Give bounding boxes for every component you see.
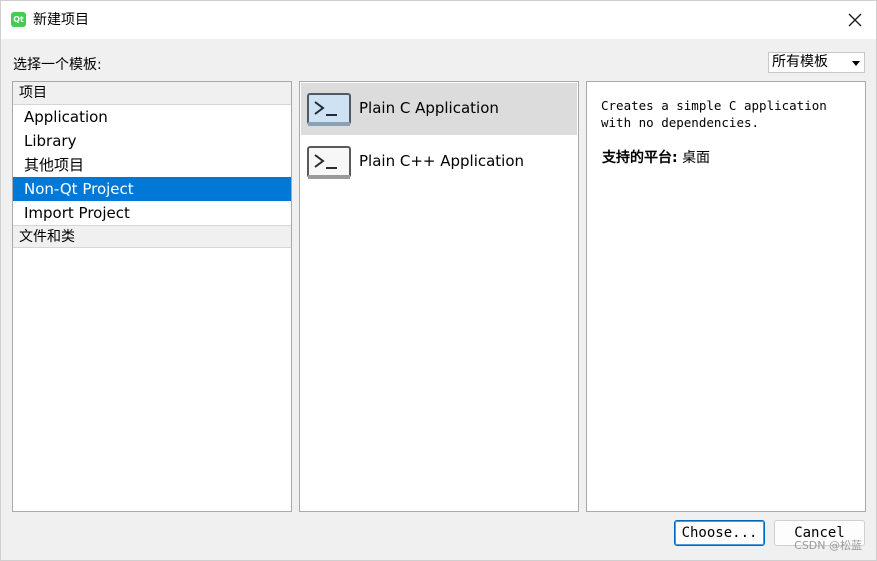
template-label: Plain C Application	[359, 99, 499, 117]
terminal-icon	[306, 145, 352, 185]
category-group-files-classes[interactable]: 文件和类	[13, 225, 291, 248]
watermark: CSDN @松蓝	[794, 539, 862, 552]
template-filter-dropdown[interactable]: 所有模板	[768, 52, 865, 73]
chevron-down-icon	[852, 61, 860, 66]
template-list: Plain C Application Plain C++ Applicatio…	[299, 81, 579, 512]
category-list: 项目 Application Library 其他项目 Non-Qt Proje…	[12, 81, 292, 512]
template-item-plain-cpp[interactable]: Plain C++ Application	[301, 136, 577, 188]
template-description: Creates a simple C application with no d…	[601, 98, 827, 130]
category-item-library[interactable]: Library	[13, 129, 291, 153]
category-item-non-qt-project[interactable]: Non-Qt Project	[13, 177, 291, 201]
category-item-import-project[interactable]: Import Project	[13, 201, 291, 225]
choose-button[interactable]: Choose...	[674, 520, 765, 546]
qt-logo-icon: Qt	[11, 12, 26, 27]
template-description-panel: Creates a simple C application with no d…	[586, 81, 866, 512]
category-group-projects: 项目	[13, 82, 291, 105]
close-button[interactable]	[842, 7, 868, 33]
close-icon	[848, 13, 862, 27]
template-item-plain-c[interactable]: Plain C Application	[301, 83, 577, 135]
new-project-dialog: Qt 新建项目 选择一个模板: 所有模板 项目 Application Libr…	[0, 0, 877, 561]
title-bar: Qt 新建项目	[1, 1, 876, 39]
category-item-application[interactable]: Application	[13, 105, 291, 129]
choose-template-label: 选择一个模板:	[13, 57, 102, 73]
terminal-icon	[306, 92, 352, 132]
supported-platforms-label: 支持的平台:	[602, 150, 678, 166]
category-item-other-projects[interactable]: 其他项目	[13, 153, 291, 177]
supported-platforms: 支持的平台: 桌面	[602, 147, 710, 167]
template-filter-value: 所有模板	[772, 54, 828, 70]
dialog-title: 新建项目	[33, 12, 89, 28]
template-label: Plain C++ Application	[359, 152, 525, 170]
supported-platforms-value: 桌面	[682, 150, 711, 166]
